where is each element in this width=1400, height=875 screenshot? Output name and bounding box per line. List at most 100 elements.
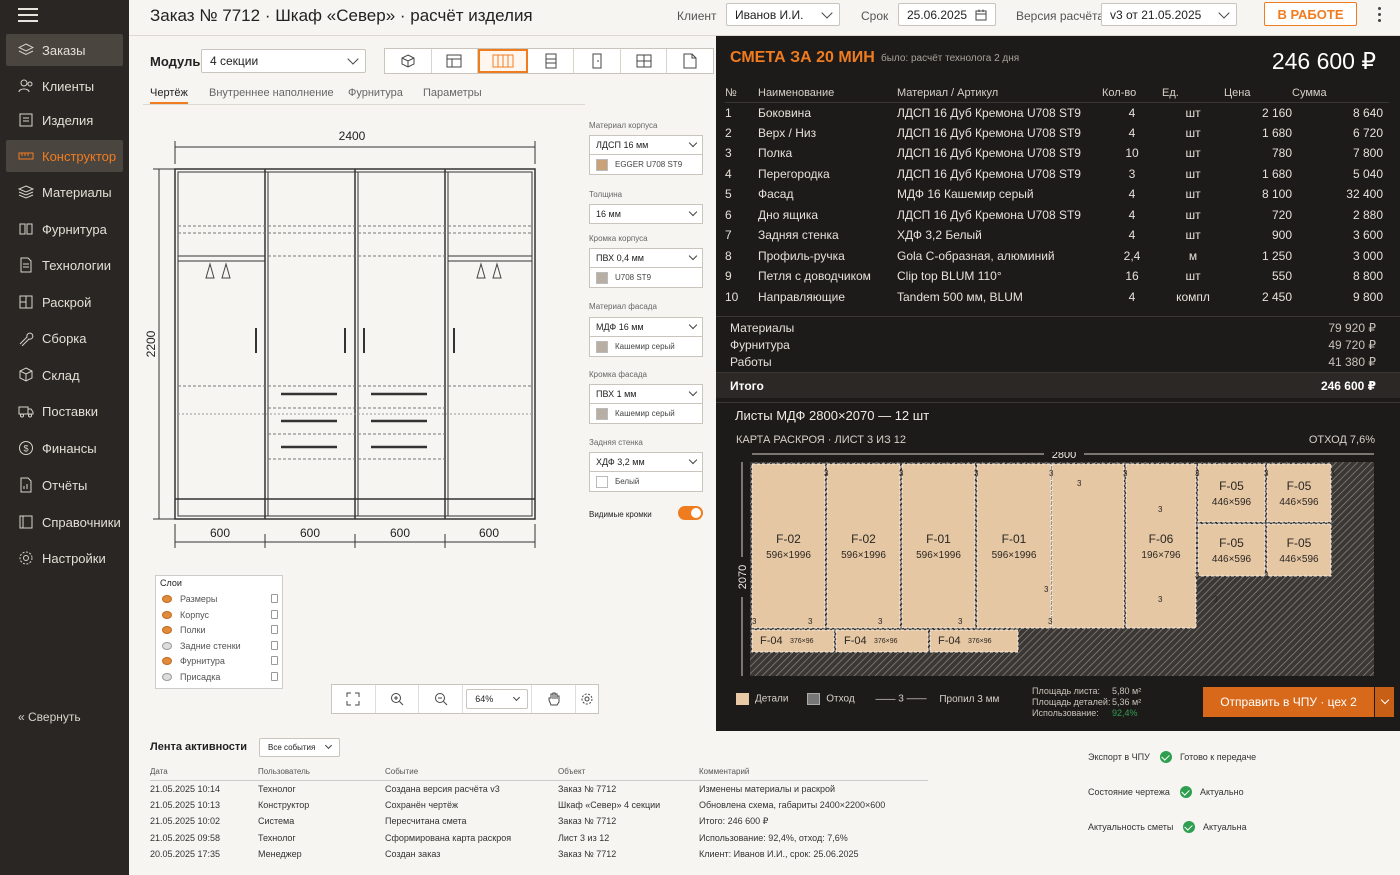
sheet-view-icon[interactable] — [667, 49, 713, 73]
cut-part[interactable] — [1051, 463, 1125, 629]
tab-drawing[interactable]: Чертёж — [150, 87, 188, 104]
cut-part[interactable] — [1197, 463, 1266, 523]
layer-item[interactable]: Размеры — [162, 592, 278, 606]
sidebar-item-10[interactable]: Склад — [6, 359, 123, 391]
feed-row[interactable]: 21.05.2025 10:13 Конструктор Сохранён черт… — [150, 797, 928, 814]
front-view-icon[interactable] — [432, 49, 479, 73]
layer-item[interactable]: Корпус — [162, 608, 278, 622]
sidebar-item-15[interactable]: Настройки — [6, 542, 123, 574]
eye-icon[interactable] — [162, 672, 172, 681]
body-decor-swatch[interactable]: EGGER U708 ST9 — [589, 155, 703, 175]
estimate-row[interactable]: 6 Дно ящика ЛДСП 16 Дуб Кремона U708 ST9 4 ш… — [725, 205, 1389, 226]
feed-row[interactable]: 20.05.2025 17:35 Менеджер Создан заказ Зака… — [150, 846, 928, 863]
feed-row[interactable]: 21.05.2025 10:02 Система Пересчитана смета… — [150, 813, 928, 830]
door-view-icon[interactable] — [574, 49, 621, 73]
collapse-sidebar-button[interactable]: « Свернуть — [18, 710, 81, 724]
estimate-row[interactable]: 7 Задняя стенка ХДФ 3,2 Белый 4 шт 900 3 600 — [725, 225, 1389, 246]
wardrobe-drawing[interactable]: 2400 2200 600 600 600 600 — [129, 116, 579, 576]
lock-icon[interactable] — [271, 640, 278, 650]
tab-parameters[interactable]: Параметры — [423, 87, 482, 99]
fit-screen-icon[interactable] — [332, 685, 376, 713]
estimate-row[interactable]: 4 Перегородка ЛДСП 16 Дуб Кремона U708 ST9… — [725, 164, 1389, 185]
version-select[interactable]: v3 от 21.05.2025 — [1101, 3, 1237, 26]
sidebar-item-3[interactable]: Изделия — [6, 104, 123, 136]
cube-view-icon[interactable] — [385, 49, 432, 73]
sidebar-item-9[interactable]: Сборка — [6, 322, 123, 354]
pan-hand-icon[interactable] — [532, 685, 577, 713]
calendar-icon[interactable] — [975, 9, 987, 21]
feed-row[interactable]: 21.05.2025 10:14 Технолог Создана версия р… — [150, 780, 928, 797]
estimate-row[interactable]: 8 Профиль-ручка Gola C-образная, алюминий 2… — [725, 246, 1389, 267]
module-select[interactable]: 4 секции — [201, 49, 366, 73]
sidebar-item-5[interactable]: Материалы — [6, 176, 123, 208]
estimate-row[interactable]: 9 Петля с доводчиком Clip top BLUM 110° 16 ш… — [725, 266, 1389, 287]
eye-icon[interactable] — [162, 610, 172, 619]
tab-internal-filling[interactable]: Внутреннее наполнение — [209, 87, 334, 99]
estimate-row[interactable]: 10 Направляющие Tandem 500 мм, BLUM 4 компл 2… — [725, 287, 1389, 308]
estimate-row[interactable]: 2 Верх / Низ ЛДСП 16 Дуб Кремона U708 ST9 4… — [725, 123, 1389, 144]
layer-item[interactable]: Присадка — [162, 670, 278, 684]
tab-hardware[interactable]: Фурнитура — [348, 87, 403, 99]
eye-icon[interactable] — [162, 641, 172, 650]
sidebar-item-6[interactable]: Фурнитура — [6, 213, 123, 245]
cut-part[interactable] — [1266, 463, 1332, 523]
status-button[interactable]: В РАБОТЕ — [1264, 2, 1357, 26]
cut-part[interactable] — [751, 463, 826, 629]
sidebar-item-2[interactable]: Клиенты — [6, 70, 123, 102]
facade-material-select[interactable]: МДФ 16 мм — [589, 317, 703, 337]
estimate-row[interactable]: 5 Фасад МДФ 16 Кашемир серый 4 шт 8 100 32 400 — [725, 184, 1389, 205]
lock-icon[interactable] — [271, 609, 278, 619]
menu-icon[interactable] — [18, 8, 38, 22]
sidebar-item-1[interactable]: Заказы — [6, 34, 123, 66]
sidebar-item-8[interactable]: Раскрой — [6, 286, 123, 318]
sidebar-item-11[interactable]: Поставки — [6, 395, 123, 427]
client-select[interactable]: Иванов И.И. — [726, 3, 840, 26]
layer-item[interactable]: Фурнитура — [162, 654, 278, 668]
feed-row[interactable]: 21.05.2025 09:58 Технолог Сформирована кар… — [150, 830, 928, 847]
eye-icon[interactable] — [162, 626, 172, 634]
sidebar-item-4[interactable]: Конструктор — [6, 140, 123, 172]
facade-edge-select[interactable]: ПВХ 1 мм — [589, 384, 703, 404]
layer-item[interactable]: Полки — [162, 623, 278, 637]
eye-icon[interactable] — [162, 595, 172, 603]
cut-part[interactable] — [1197, 523, 1266, 577]
cut-part[interactable] — [901, 463, 976, 629]
body-material-select[interactable]: ЛДСП 16 мм — [589, 135, 703, 155]
lock-icon[interactable] — [271, 594, 278, 603]
cut-part[interactable] — [826, 463, 901, 629]
cut-part[interactable] — [1266, 523, 1332, 577]
sidebar-item-12[interactable]: $ Финансы — [6, 432, 123, 464]
zoom-level-select[interactable]: 64% — [463, 685, 533, 713]
send-to-cnc-button[interactable]: Отправить в ЧПУ · цех 2 — [1203, 687, 1374, 717]
more-icon[interactable] — [1372, 4, 1386, 26]
cut-part[interactable] — [976, 463, 1052, 629]
side-view-icon[interactable] — [528, 49, 575, 73]
estimate-row[interactable]: 3 Полка ЛДСП 16 Дуб Кремона U708 ST9 10 шт 78… — [725, 143, 1389, 164]
eye-icon[interactable] — [162, 657, 172, 665]
estimate-row[interactable]: 1 Боковина ЛДСП 16 Дуб Кремона U708 ST9 4 шт… — [725, 102, 1389, 123]
sidebar-item-13[interactable]: Отчёты — [6, 469, 123, 501]
feed-filter-select[interactable]: Все события — [259, 738, 340, 757]
deadline-date-input[interactable]: 25.06.2025 — [898, 3, 996, 26]
grid-view-icon[interactable] — [621, 49, 668, 73]
cutting-map[interactable]: F-02 596×1996 F-02 596×1996 F-01 596×1996 F-01… — [738, 452, 1378, 682]
layer-item[interactable]: Задние стенки — [162, 639, 278, 653]
body-edge-swatch[interactable]: U708 ST9 — [589, 268, 703, 288]
sidebar-item-14[interactable]: Справочники — [6, 506, 123, 538]
send-options-button[interactable] — [1375, 687, 1394, 717]
zoom-out-icon[interactable] — [419, 685, 464, 713]
sidebar-item-7[interactable]: Технологии — [6, 249, 123, 281]
lock-icon[interactable] — [271, 671, 278, 681]
sections-view-icon[interactable] — [478, 49, 528, 73]
thickness-select[interactable]: 16 мм — [589, 204, 703, 224]
lock-icon[interactable] — [271, 625, 278, 634]
zoom-in-icon[interactable] — [376, 685, 420, 713]
facade-edge-swatch[interactable]: Кашемир серый — [589, 404, 703, 424]
view-settings-gear-icon[interactable] — [576, 685, 598, 713]
back-panel-select[interactable]: ХДФ 3,2 мм — [589, 452, 703, 472]
body-edge-select[interactable]: ПВХ 0,4 мм — [589, 248, 703, 268]
visible-edges-toggle[interactable] — [678, 506, 703, 520]
facade-decor-swatch[interactable]: Кашемир серый — [589, 337, 703, 357]
back-decor-swatch[interactable]: Белый — [589, 472, 703, 492]
lock-icon[interactable] — [271, 656, 278, 665]
